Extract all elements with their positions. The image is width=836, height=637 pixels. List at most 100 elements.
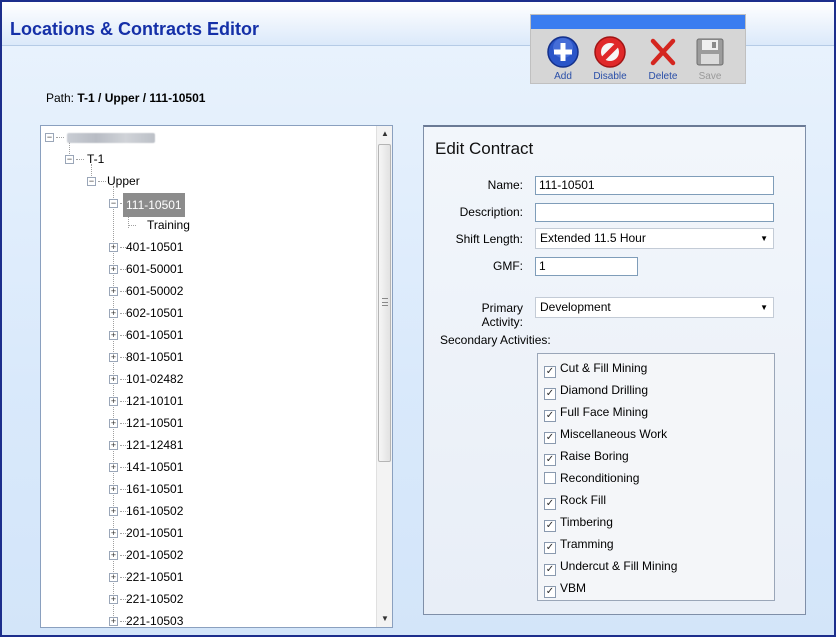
tree-item-label: 602-10501	[126, 306, 184, 320]
collapse-icon[interactable]: −	[87, 177, 96, 186]
grip-icon	[382, 298, 388, 306]
collapse-icon[interactable]: −	[45, 133, 54, 142]
secondary-activities-list: ✓ Cut & Fill Mining ✓ Diamond Drilling ✓ Full…	[537, 353, 775, 601]
activity-label: Raise Boring	[560, 449, 629, 463]
tree-item-label: 601-50001	[126, 262, 184, 276]
tree-scrollbar[interactable]: ▲ ▼	[376, 126, 392, 627]
activity-checkbox-row[interactable]: ✓ Tramming	[544, 534, 614, 554]
gmf-label: GMF:	[493, 259, 523, 273]
expand-icon[interactable]: +	[109, 529, 118, 538]
expand-icon[interactable]: +	[109, 331, 118, 340]
checkbox-checked-icon[interactable]: ✓	[544, 564, 556, 576]
tree-item-label: 601-10501	[126, 328, 184, 342]
name-field[interactable]: 111-10501	[535, 176, 774, 195]
expand-icon[interactable]: +	[109, 595, 118, 604]
delete-label: Delete	[648, 71, 678, 82]
activity-checkbox-row[interactable]: ✓ Undercut & Fill Mining	[544, 556, 677, 576]
expand-icon[interactable]: +	[109, 265, 118, 274]
scroll-down-icon[interactable]: ▼	[377, 611, 392, 627]
expand-icon[interactable]: +	[109, 463, 118, 472]
tree-item-label: 401-10501	[126, 240, 184, 254]
tree-item-label: 161-10502	[126, 504, 184, 518]
delete-button[interactable]: Delete	[639, 35, 687, 82]
app-window: Locations & Contracts Editor Add Disable	[0, 0, 836, 637]
tree-item-label: 221-10503	[126, 614, 184, 628]
expand-icon[interactable]: +	[109, 551, 118, 560]
redacted-root-label	[67, 132, 155, 143]
description-label: Description:	[459, 205, 523, 219]
description-field[interactable]	[535, 203, 774, 222]
save-label: Save	[698, 71, 722, 82]
collapse-icon[interactable]: −	[65, 155, 74, 164]
checkbox-unchecked-icon[interactable]	[544, 472, 556, 484]
location-tree: − − T-1 − Upper − 111-10501 Training +40…	[40, 125, 393, 628]
tree-item-label: 121-10501	[126, 416, 184, 430]
expand-icon[interactable]: +	[109, 397, 118, 406]
tree-item-label: 201-10501	[126, 526, 184, 540]
activity-label: Undercut & Fill Mining	[560, 559, 678, 573]
expand-icon[interactable]: +	[109, 243, 118, 252]
activity-label: VBM	[560, 581, 587, 595]
save-button[interactable]: Save	[686, 35, 734, 82]
checkbox-checked-icon[interactable]: ✓	[544, 498, 556, 510]
primary-activity-select[interactable]: Development ▼	[535, 297, 774, 318]
tree-item-label: 221-10502	[126, 592, 184, 606]
expand-icon[interactable]: +	[109, 419, 118, 428]
activity-checkbox-row[interactable]: ✓ Miscellaneous Work	[544, 424, 667, 444]
shift-length-value: Extended 11.5 Hour	[540, 231, 646, 245]
delete-icon	[650, 38, 676, 66]
activity-checkbox-row[interactable]: ✓ Full Face Mining	[544, 402, 648, 422]
checkbox-checked-icon[interactable]: ✓	[544, 520, 556, 532]
activity-checkbox-row[interactable]: ✓ Timbering	[544, 512, 613, 532]
activity-checkbox-row[interactable]: Reconditioning	[544, 468, 639, 488]
tree-item-label: 121-10101	[126, 394, 184, 408]
expand-icon[interactable]: +	[109, 573, 118, 582]
path-label: Path:	[46, 91, 75, 105]
activity-checkbox-row[interactable]: ✓ Rock Fill	[544, 490, 606, 510]
gmf-field[interactable]: 1	[535, 257, 638, 276]
checkbox-checked-icon[interactable]: ✓	[544, 542, 556, 554]
tree-node-label: 111-10501	[123, 193, 185, 217]
checkbox-checked-icon[interactable]: ✓	[544, 454, 556, 466]
secondary-activities-label: Secondary Activities:	[440, 333, 551, 347]
expand-icon[interactable]: +	[109, 507, 118, 516]
tree-item-label: 161-10501	[126, 482, 184, 496]
checkbox-checked-icon[interactable]: ✓	[544, 586, 556, 598]
scroll-thumb[interactable]	[378, 144, 391, 462]
expand-icon[interactable]: +	[109, 441, 118, 450]
tree-item-label: 601-50002	[126, 284, 184, 298]
activity-label: Rock Fill	[560, 493, 607, 507]
checkbox-checked-icon[interactable]: ✓	[544, 388, 556, 400]
primary-activity-value: Development	[540, 300, 611, 314]
expand-icon[interactable]: +	[109, 375, 118, 384]
expand-icon[interactable]: +	[109, 309, 118, 318]
checkbox-checked-icon[interactable]: ✓	[544, 432, 556, 444]
tree-item-label: 201-10502	[126, 548, 184, 562]
activity-label: Full Face Mining	[560, 405, 649, 419]
tree-node-label: Upper	[107, 174, 140, 188]
name-label: Name:	[487, 178, 523, 192]
add-button[interactable]: Add	[539, 35, 587, 82]
tree-node-label: Training	[147, 218, 190, 232]
activity-checkbox-row[interactable]: ✓ Cut & Fill Mining	[544, 358, 647, 378]
path-value: T-1 / Upper / 111-10501	[77, 91, 206, 105]
activity-checkbox-row[interactable]: ✓ Diamond Drilling	[544, 380, 648, 400]
disable-button[interactable]: Disable	[586, 35, 634, 82]
toolbar-header	[531, 15, 745, 29]
expand-icon[interactable]: +	[109, 287, 118, 296]
app-title: Locations & Contracts Editor	[10, 19, 260, 39]
checkbox-checked-icon[interactable]: ✓	[544, 366, 556, 378]
tree-node-label: T-1	[87, 152, 105, 166]
collapse-icon[interactable]: −	[109, 199, 118, 208]
expand-icon[interactable]: +	[109, 617, 118, 626]
expand-icon[interactable]: +	[109, 485, 118, 494]
chevron-down-icon: ▼	[760, 234, 768, 243]
expand-icon[interactable]: +	[109, 353, 118, 362]
activity-checkbox-row[interactable]: ✓ VBM	[544, 578, 586, 598]
activity-checkbox-row[interactable]: ✓ Raise Boring	[544, 446, 629, 466]
breadcrumb: Path: T-1 / Upper / 111-10501	[46, 91, 205, 105]
shift-length-select[interactable]: Extended 11.5 Hour ▼	[535, 228, 774, 249]
checkbox-checked-icon[interactable]: ✓	[544, 410, 556, 422]
scroll-up-icon[interactable]: ▲	[377, 126, 392, 142]
panel-title: Edit Contract	[435, 139, 534, 158]
